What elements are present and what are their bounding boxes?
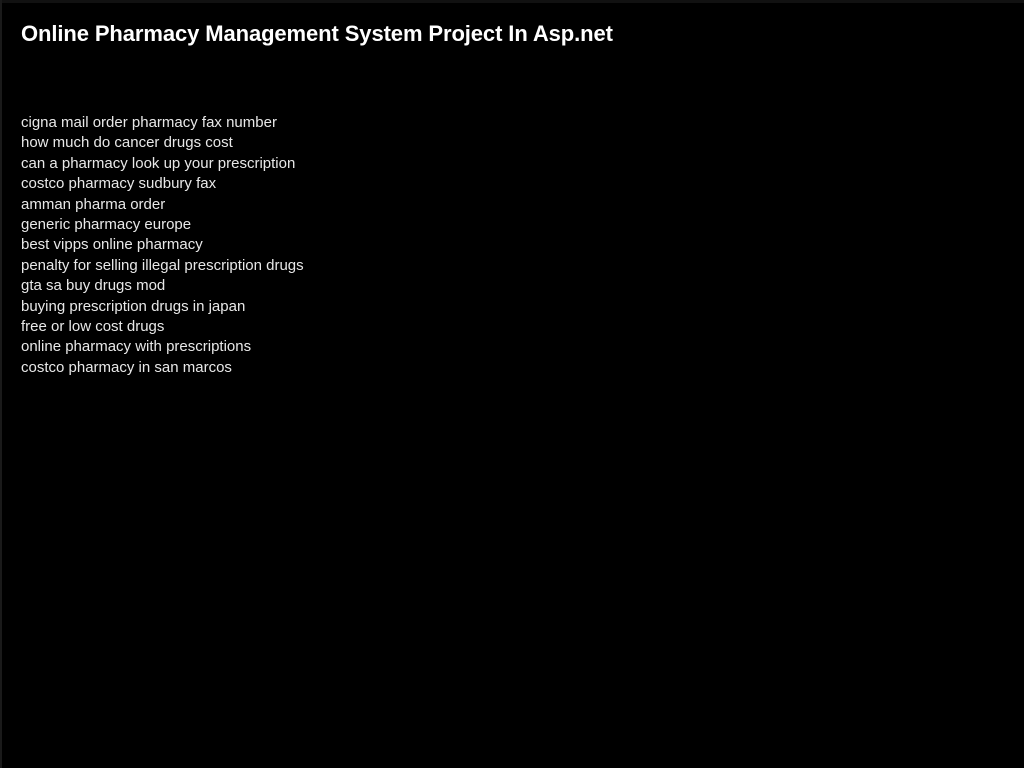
page-title: Online Pharmacy Management System Projec… xyxy=(21,21,613,46)
list-item: cigna mail order pharmacy fax number xyxy=(21,114,277,131)
list-item: gta sa buy drugs mod xyxy=(21,277,166,295)
presentation-slide: Online Pharmacy Management System Projec… xyxy=(0,0,1024,768)
list-item: costco pharmacy sudbury fax xyxy=(21,175,217,193)
list-item: buying prescription drugs in japan xyxy=(21,297,246,315)
list-item: generic pharmacy europe xyxy=(21,216,192,234)
slide-left-edge xyxy=(0,0,2,768)
slide-top-edge xyxy=(0,0,1024,3)
list-item: costco pharmacy in san marcos xyxy=(21,358,232,376)
list-item: how much do cancer drugs cost xyxy=(21,134,233,152)
list-item: online pharmacy with prescriptions xyxy=(21,338,252,356)
keyword-list: cigna mail order pharmacy fax number how… xyxy=(21,113,304,378)
list-item: can a pharmacy look up your prescription xyxy=(21,154,296,172)
list-item: amman pharma order xyxy=(21,195,166,213)
list-item: best vipps online pharmacy xyxy=(21,236,203,254)
list-item: penalty for selling illegal prescription… xyxy=(21,256,304,274)
list-item: free or low cost drugs xyxy=(21,318,165,336)
